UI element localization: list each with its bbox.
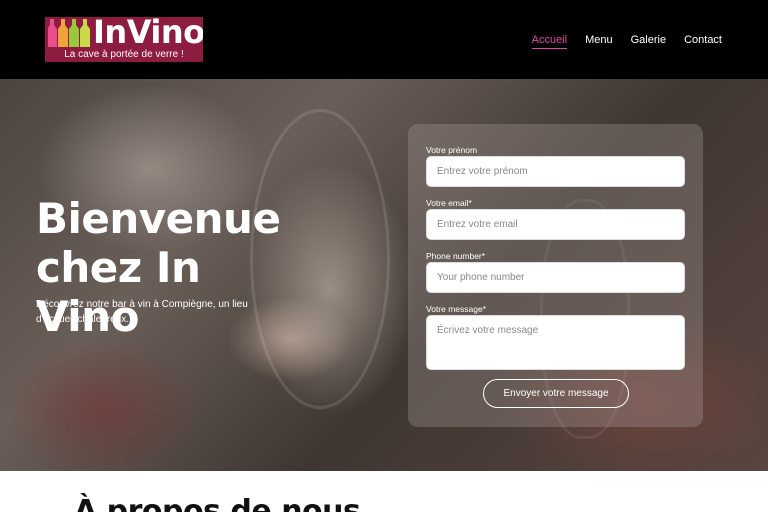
about-heading: À propos de nous bbox=[74, 494, 361, 512]
email-label: Votre email* bbox=[426, 198, 472, 208]
contact-form: Votre prénom Entrez votre prénom Votre e… bbox=[408, 124, 703, 427]
brand-tagline: La cave à portée de verre ! bbox=[64, 49, 184, 60]
phone-label: Phone number* bbox=[426, 251, 486, 261]
brand-logo[interactable]: InVino La cave à portée de verre ! bbox=[45, 17, 203, 62]
send-message-button[interactable]: Envoyer votre message bbox=[483, 379, 629, 408]
hero-section: Bienvenue chez In Vino Découvrez notre b… bbox=[0, 79, 768, 471]
nav-item-contact[interactable]: Contact bbox=[684, 34, 722, 49]
wine-bottles-icon bbox=[48, 19, 90, 47]
nav-item-galerie[interactable]: Galerie bbox=[631, 34, 666, 49]
main-nav: Accueil Menu Galerie Contact bbox=[514, 34, 722, 49]
nav-item-menu[interactable]: Menu bbox=[585, 34, 613, 49]
nav-item-accueil[interactable]: Accueil bbox=[531, 34, 568, 49]
about-section: À propos de nous bbox=[0, 471, 768, 512]
hero-subtitle: Découvrez notre bar à vin à Compiègne, u… bbox=[36, 299, 248, 325]
firstname-input[interactable]: Entrez votre prénom bbox=[426, 156, 685, 187]
message-label: Votre message* bbox=[426, 304, 487, 314]
phone-input[interactable]: Your phone number bbox=[426, 262, 685, 293]
message-textarea[interactable]: Écrivez votre message bbox=[426, 315, 685, 370]
firstname-label: Votre prénom bbox=[426, 145, 478, 155]
email-input[interactable]: Entrez votre email bbox=[426, 209, 685, 240]
site-header: InVino La cave à portée de verre ! Accue… bbox=[0, 0, 768, 79]
brand-name: InVino bbox=[93, 17, 203, 51]
